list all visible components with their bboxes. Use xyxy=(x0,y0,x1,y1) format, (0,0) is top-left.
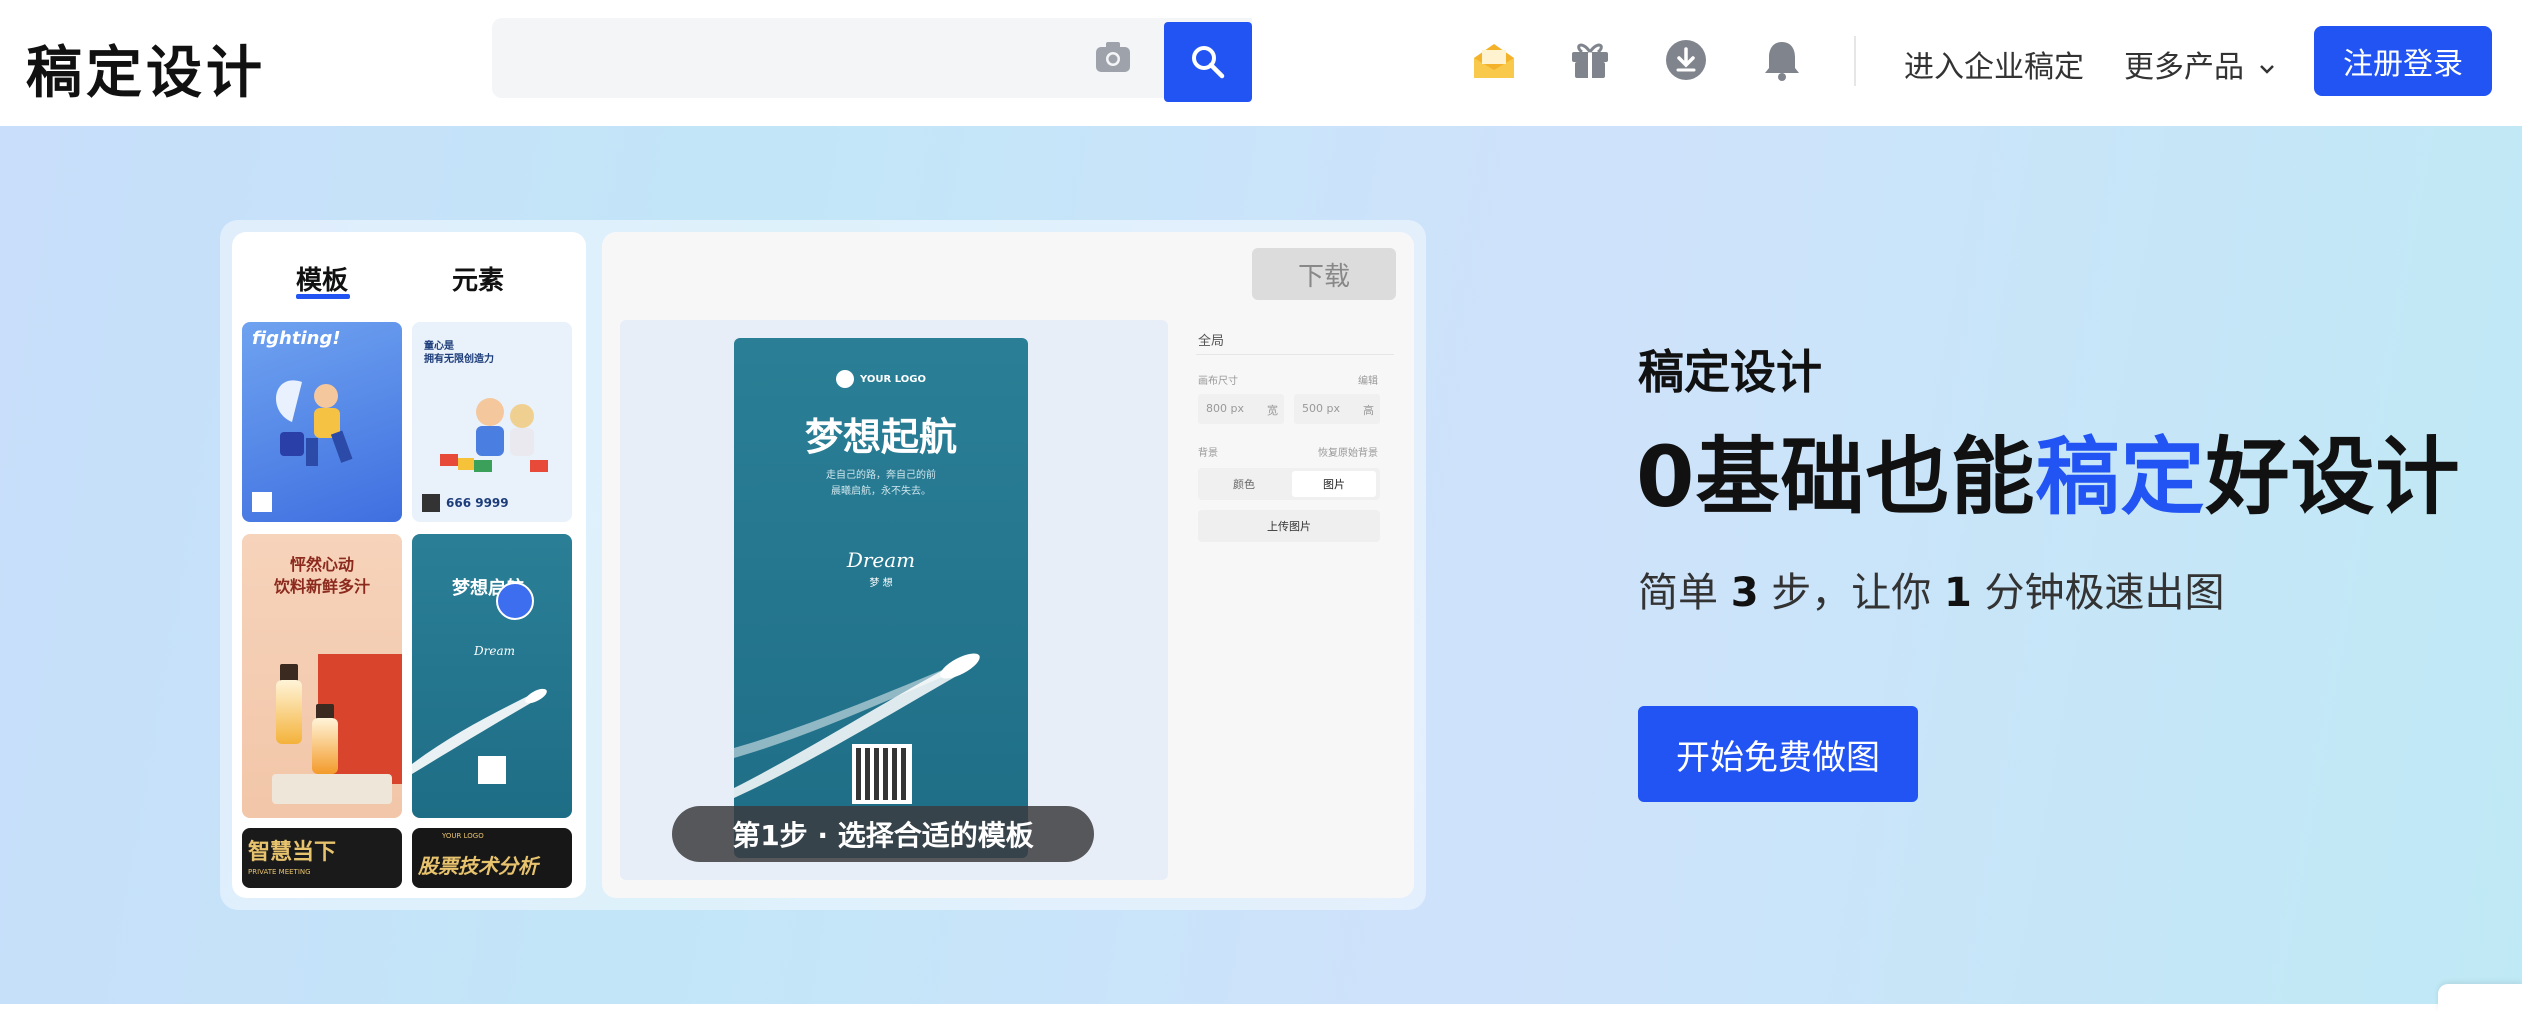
page-bottom-edge xyxy=(0,1004,2522,1012)
step-caption: 第1步 · 选择合适的模板 xyxy=(672,806,1094,862)
hero-title-highlight: 稿定 xyxy=(2035,428,2206,526)
thumb-note: PRIVATE MEETING xyxy=(248,868,311,876)
hero-title: 0基础也能稿定好设计 xyxy=(1636,410,2460,531)
search-button[interactable] xyxy=(1164,22,1252,102)
bg-type-toggle: 颜色 图片 xyxy=(1198,468,1380,500)
poster-logo: YOUR LOGO xyxy=(734,370,1028,388)
thumb-title: 股票技术分析 xyxy=(418,854,538,878)
children-illustration xyxy=(440,398,548,472)
template-thumb[interactable]: 梦想启航 Dream xyxy=(412,534,572,818)
template-panel: 模板 元素 fighting! 童心是 拥有无限创造力 666 9999 怦然心… xyxy=(232,232,586,898)
poster-script-sub: 梦 想 xyxy=(869,578,893,589)
qr-code xyxy=(252,492,272,512)
template-thumb[interactable]: 怦然心动 饮料新鲜多汁 xyxy=(242,534,402,818)
thumb-note: YOUR LOGO xyxy=(442,832,484,840)
top-header: 稿定设计 进入企业稿定 更多产品 注册登录 xyxy=(0,0,2522,126)
tab-elements[interactable]: 元素 xyxy=(452,260,504,297)
bottle xyxy=(276,680,302,744)
active-tab-indicator xyxy=(296,294,350,299)
poster-logo-text: YOUR LOGO xyxy=(860,374,926,385)
height-unit: 高 xyxy=(1363,404,1374,417)
bell-icon[interactable] xyxy=(1760,38,1804,82)
template-thumb[interactable]: YOUR LOGO 股票技术分析 xyxy=(412,828,572,888)
poster-qr-code xyxy=(852,744,912,804)
site-logo[interactable]: 稿定设计 xyxy=(26,28,266,109)
upload-image-button[interactable]: 上传图片 xyxy=(1198,510,1380,542)
thumb-title: fighting! xyxy=(252,328,341,349)
start-free-design-button[interactable]: 开始免费做图 xyxy=(1638,706,1918,802)
canvas-size-label: 画布尺寸 xyxy=(1198,376,1238,387)
qr-code xyxy=(422,494,440,512)
tab-templates[interactable]: 模板 xyxy=(296,260,348,297)
background-label: 背景 xyxy=(1198,448,1218,459)
template-thumb[interactable]: 童心是 拥有无限创造力 666 9999 xyxy=(412,322,572,522)
logo-circle-icon xyxy=(836,370,855,388)
hero-subtitle: 稿定设计 xyxy=(1638,345,1822,399)
template-thumb[interactable]: 智慧当下 PRIVATE MEETING xyxy=(242,828,402,888)
enterprise-link[interactable]: 进入企业稿定 xyxy=(1904,42,2084,86)
vip-envelope-icon[interactable] xyxy=(1472,38,1516,82)
header-divider xyxy=(1854,36,1856,86)
thumb-title: 怦然心动 饮料新鲜多汁 xyxy=(273,555,370,597)
gift-icon[interactable] xyxy=(1568,38,1612,82)
hero-description: 简单 3 步，让你 1 分钟极速出图 xyxy=(1638,560,2225,618)
kid-illustration xyxy=(275,380,353,466)
poster-canvas[interactable]: YOUR LOGO 梦想起航 走自己的路，奔自己的前 晨曦启航，永不失去。 Dr… xyxy=(734,338,1028,858)
poster-line1: 走自己的路，奔自己的前 xyxy=(826,470,936,481)
download-icon[interactable] xyxy=(1664,38,1708,82)
thumb-script: Dream xyxy=(474,644,515,658)
width-unit: 宽 xyxy=(1267,404,1278,417)
desc-number: 1 xyxy=(1944,570,1972,616)
thumb-title: 智慧当下 xyxy=(248,840,337,865)
width-field[interactable]: 800 px 宽 xyxy=(1198,394,1284,424)
register-login-button[interactable]: 注册登录 xyxy=(2314,26,2492,96)
floating-help-button[interactable] xyxy=(2438,984,2522,1012)
height-field[interactable]: 500 px 高 xyxy=(1294,394,1380,424)
bottle xyxy=(312,718,338,774)
props-section-title: 全局 xyxy=(1198,334,1225,349)
chevron-down-icon xyxy=(2259,64,2274,74)
qr-code xyxy=(478,756,506,784)
desc-part: 步，让你 xyxy=(1758,570,1944,616)
camera-icon[interactable] xyxy=(1094,40,1132,74)
thumb-phone: 666 9999 xyxy=(446,496,509,510)
template-thumb[interactable]: fighting! xyxy=(242,322,402,522)
desc-part: 简单 xyxy=(1638,570,1731,616)
poster-script: Dream xyxy=(846,548,916,572)
height-value: 500 px xyxy=(1302,402,1340,415)
search-input[interactable] xyxy=(492,18,1092,98)
desc-part: 分钟极速出图 xyxy=(1971,570,2225,616)
edit-link[interactable]: 编辑 xyxy=(1358,372,1378,387)
seg-image-option[interactable]: 图片 xyxy=(1292,471,1376,497)
search-icon xyxy=(1192,46,1225,79)
width-value: 800 px xyxy=(1206,402,1244,415)
thumb-title: 童心是 拥有无限创造力 xyxy=(424,341,494,365)
poster-title: 梦想起航 xyxy=(804,414,957,459)
restore-bg-link[interactable]: 恢复原始背景 xyxy=(1318,444,1378,459)
props-divider xyxy=(1196,354,1394,355)
seg-color-option[interactable]: 颜色 xyxy=(1202,471,1286,497)
search-box xyxy=(492,18,1252,98)
hero-title-post: 好设计 xyxy=(2205,428,2461,526)
download-button[interactable]: 下载 xyxy=(1252,248,1396,300)
more-products-menu[interactable]: 更多产品 xyxy=(2124,42,2276,86)
cursor-indicator xyxy=(496,582,534,620)
poster-line2: 晨曦启航，永不失去。 xyxy=(831,486,931,497)
more-products-label: 更多产品 xyxy=(2124,50,2244,85)
desc-number: 3 xyxy=(1730,570,1759,616)
pedestal xyxy=(272,774,392,804)
hero-title-pre: 0基础也能 xyxy=(1636,428,2036,526)
